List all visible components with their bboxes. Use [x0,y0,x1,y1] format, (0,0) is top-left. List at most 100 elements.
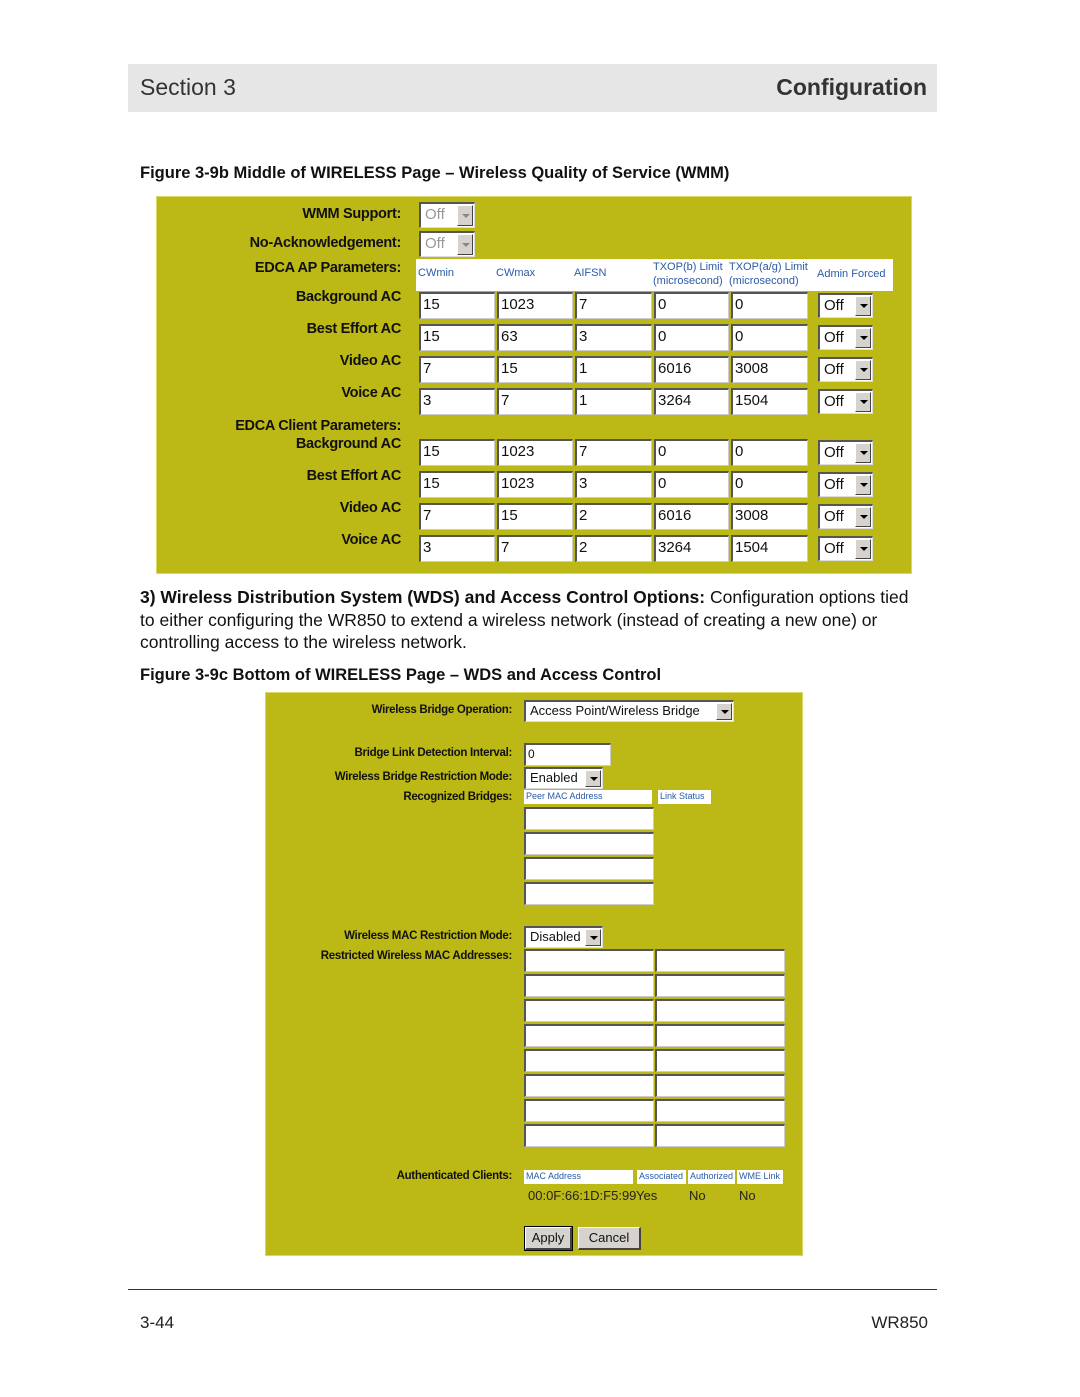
txop-ag-input[interactable]: 1504 [731,388,808,415]
restricted-mac-input[interactable] [655,1124,785,1147]
aifsn-input[interactable]: 3 [575,471,652,498]
admin-forced-select[interactable]: Off [818,440,873,465]
restricted-macs-label: Restricted Wireless MAC Addresses: [320,950,513,962]
cwmin-input[interactable]: 7 [419,356,495,383]
recognized-bridge-input[interactable] [524,882,654,905]
section-header: Section 3 Configuration [128,64,937,112]
restricted-mac-input[interactable] [524,949,654,972]
txop-ag-input[interactable]: 1504 [731,535,808,562]
col-authorized: Authorized [688,1170,735,1184]
restricted-mac-input[interactable] [524,1049,654,1072]
wmm-support-select[interactable]: Off [419,202,475,228]
admin-forced-select[interactable]: Off [818,536,873,561]
col-cwmin: CWmin [418,267,455,279]
bridge-restriction-label: Wireless Bridge Restriction Mode: [334,771,513,783]
aifsn-input[interactable]: 3 [575,324,652,351]
cwmin-input[interactable]: 15 [419,292,495,319]
col-cwmax: CWmax [496,267,536,279]
cwmin-input[interactable]: 3 [419,388,495,415]
admin-forced-select[interactable]: Off [818,293,873,318]
col-admin-forced: Admin Forced [817,268,886,280]
cwmax-input[interactable]: 7 [497,388,573,415]
bridge-restriction-select[interactable]: Enabled [524,767,603,789]
txop-ag-input[interactable]: 0 [731,439,808,466]
admin-forced-select[interactable]: Off [818,325,873,350]
txop-ag-input[interactable]: 0 [731,292,808,319]
aifsn-input[interactable]: 7 [575,439,652,466]
txop-b-input[interactable]: 6016 [654,503,729,530]
cwmax-input[interactable]: 1023 [497,292,573,319]
txop-ag-input[interactable]: 3008 [731,503,808,530]
chevron-down-icon [855,539,871,559]
txop-ag-input[interactable]: 0 [731,324,808,351]
restricted-mac-input[interactable] [524,1074,654,1097]
cwmax-input[interactable]: 63 [497,324,573,351]
restricted-mac-input[interactable] [524,974,654,997]
cwmax-input[interactable]: 15 [497,356,573,383]
bridge-operation-select[interactable]: Access Point/Wireless Bridge [524,700,734,722]
cwmax-input[interactable]: 1023 [497,471,573,498]
col-client-mac: MAC Address [524,1170,633,1184]
link-interval-label: Bridge Link Detection Interval: [354,747,513,759]
edca-row-label: Video AC [339,500,402,516]
restricted-mac-input[interactable] [655,1049,785,1072]
chevron-down-icon [716,703,732,720]
admin-forced-select[interactable]: Off [818,472,873,497]
aifsn-input[interactable]: 1 [575,356,652,383]
aifsn-input[interactable]: 7 [575,292,652,319]
restricted-mac-input[interactable] [655,999,785,1022]
chevron-down-icon [855,392,871,412]
edca-row-label: Voice AC [341,385,401,401]
link-interval-input[interactable]: 0 [524,743,611,766]
restricted-mac-input[interactable] [524,999,654,1022]
col-txop-ag: TXOP(a/g) Limit [729,261,808,273]
txop-b-input[interactable]: 0 [654,324,729,351]
recognized-bridge-input[interactable] [524,857,654,880]
restricted-mac-input[interactable] [524,1124,654,1147]
txop-b-input[interactable]: 6016 [654,356,729,383]
client-mac: 00:0F:66:1D:F5:99 [528,1188,637,1203]
cwmin-input[interactable]: 15 [419,471,495,498]
txop-b-input[interactable]: 0 [654,292,729,319]
txop-b-input[interactable]: 3264 [654,388,729,415]
edca-row-label: Background AC [295,436,401,452]
cwmin-input[interactable]: 15 [419,324,495,351]
aifsn-input[interactable]: 2 [575,503,652,530]
edca-row-label: Background AC [295,289,401,305]
txop-ag-input[interactable]: 0 [731,471,808,498]
restricted-mac-input[interactable] [655,1074,785,1097]
product-model: WR850 [871,1313,928,1332]
cwmax-input[interactable]: 15 [497,503,573,530]
txop-b-input[interactable]: 0 [654,439,729,466]
txop-b-input[interactable]: 0 [654,471,729,498]
aifsn-input[interactable]: 1 [575,388,652,415]
aifsn-input[interactable]: 2 [575,535,652,562]
restricted-mac-input[interactable] [524,1099,654,1122]
cwmin-input[interactable]: 15 [419,439,495,466]
cwmin-input[interactable]: 7 [419,503,495,530]
txop-b-input[interactable]: 3264 [654,535,729,562]
restricted-mac-input[interactable] [655,974,785,997]
client-associated: Yes [636,1188,658,1203]
admin-forced-select[interactable]: Off [818,389,873,414]
admin-forced-select[interactable]: Off [818,357,873,382]
chevron-down-icon [855,296,871,316]
restricted-mac-input[interactable] [655,949,785,972]
page-number: 3-44 [140,1313,175,1332]
restricted-mac-input[interactable] [655,1099,785,1122]
cwmax-input[interactable]: 7 [497,535,573,562]
restricted-mac-input[interactable] [524,1024,654,1047]
wds-description: 3) Wireless Distribution System (WDS) an… [140,586,920,654]
admin-forced-select[interactable]: Off [818,504,873,529]
no-ack-select[interactable]: Off [419,231,475,257]
mac-restriction-select[interactable]: Disabled [524,926,603,948]
apply-button[interactable]: Apply [524,1226,573,1251]
restricted-mac-input[interactable] [655,1024,785,1047]
cwmax-input[interactable]: 1023 [497,439,573,466]
recognized-bridge-input[interactable] [524,832,654,855]
no-ack-label: No-Acknowledgement: [249,235,402,251]
txop-ag-input[interactable]: 3008 [731,356,808,383]
cancel-button[interactable]: Cancel [578,1227,641,1250]
cwmin-input[interactable]: 3 [419,535,495,562]
recognized-bridge-input[interactable] [524,807,654,830]
